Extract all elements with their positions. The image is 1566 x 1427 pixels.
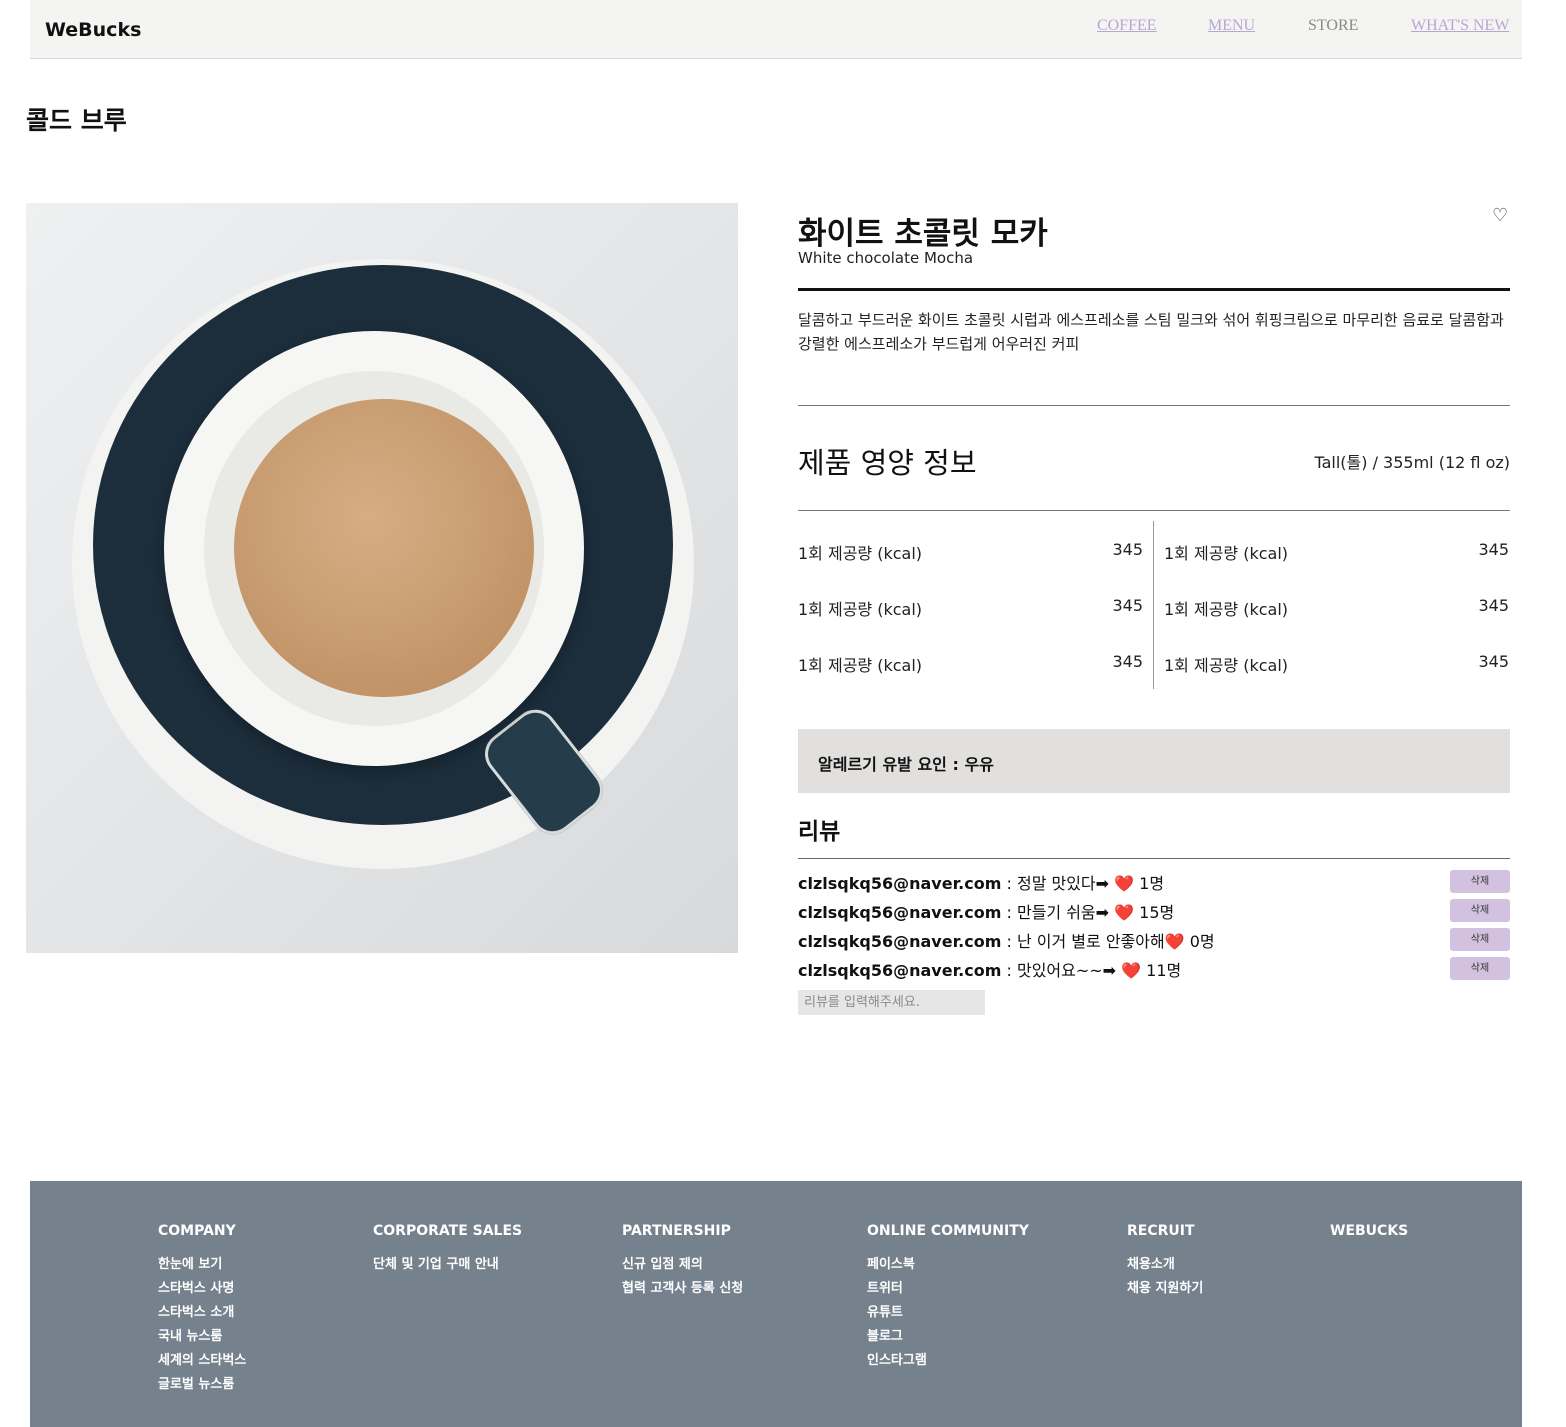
delete-review-button[interactable]: 삭제 xyxy=(1450,899,1510,922)
footer-link[interactable]: 스타벅스 사명 xyxy=(158,1277,246,1301)
footer-link[interactable]: 유튜트 xyxy=(867,1301,1029,1325)
nutrition-size: Tall(톨) / 355ml (12 fl oz) xyxy=(1314,453,1510,472)
footer-column-corporate-sales: CORPORATE SALES 단체 및 기업 구매 안내 xyxy=(373,1223,522,1277)
divider xyxy=(798,510,1510,511)
review-item: clzlsqkq56@naver.com : 난 이거 별로 안좋아해❤️ 0명… xyxy=(798,928,1510,952)
review-heading: 리뷰 xyxy=(798,819,841,845)
review-author: clzlsqkq56@naver.com xyxy=(798,961,1002,980)
review-author: clzlsqkq56@naver.com xyxy=(798,903,1002,922)
nutrition-value: 345 xyxy=(1478,652,1509,671)
allergy-box: 알레르기 유발 요인 : 우유 xyxy=(798,729,1510,793)
nutrition-row: 1회 제공량 (kcal) 345 xyxy=(798,652,1143,675)
nutrition-heading: 제품 영양 정보 xyxy=(798,446,977,480)
delete-review-button[interactable]: 삭제 xyxy=(1450,957,1510,980)
delete-review-button[interactable]: 삭제 xyxy=(1450,870,1510,893)
nutrition-label: 1회 제공량 (kcal) xyxy=(798,656,923,675)
review-text: : 만들기 쉬움➡ ❤️ 15명 xyxy=(1001,903,1175,922)
nutrition-value: 345 xyxy=(1112,652,1143,671)
delete-review-button[interactable]: 삭제 xyxy=(1450,928,1510,951)
nutrition-row: 1회 제공량 (kcal) 345 xyxy=(1164,652,1509,675)
footer: COMPANY 한눈에 보기 스타벅스 사명 스타벅스 소개 국내 뉴스룸 세계… xyxy=(30,1181,1522,1427)
brand-logo[interactable]: WeBucks xyxy=(45,19,141,41)
nutrition-label: 1회 제공량 (kcal) xyxy=(798,544,923,563)
nav-link-coffee[interactable]: COFFEE xyxy=(1097,17,1157,35)
product-image xyxy=(26,203,738,953)
nutrition-label: 1회 제공량 (kcal) xyxy=(1164,600,1289,619)
nutrition-column-divider xyxy=(1153,521,1154,689)
footer-column-partnership: PARTNERSHIP 신규 입점 제의 협력 고객사 등록 신청 xyxy=(622,1223,743,1301)
nutrition-row: 1회 제공량 (kcal) 345 xyxy=(1164,596,1509,619)
product-subtitle: White chocolate Mocha xyxy=(798,249,974,267)
nutrition-value: 345 xyxy=(1478,540,1509,559)
top-nav: WeBucks COFFEE MENU STORE WHAT'S NEW xyxy=(30,0,1522,59)
nutrition-row: 1회 제공량 (kcal) 345 xyxy=(1164,540,1509,563)
review-item: clzlsqkq56@naver.com : 맛있어요~~➡ ❤️ 11명 삭제 xyxy=(798,957,1510,981)
footer-link[interactable]: 한눈에 보기 xyxy=(158,1253,246,1277)
footer-column-online-community: ONLINE COMMUNITY 페이스북 트위터 유튜트 블로그 인스타그램 xyxy=(867,1223,1029,1373)
heart-icon[interactable]: ♡ xyxy=(1492,205,1508,226)
footer-link[interactable]: 트위터 xyxy=(867,1277,1029,1301)
review-author: clzlsqkq56@naver.com xyxy=(798,874,1002,893)
nutrition-value: 345 xyxy=(1112,596,1143,615)
footer-link[interactable]: 채용소개 xyxy=(1127,1253,1203,1277)
footer-column-recruit: RECRUIT 채용소개 채용 지원하기 xyxy=(1127,1223,1203,1301)
title-divider xyxy=(798,288,1510,291)
review-item: clzlsqkq56@naver.com : 정말 맛있다➡ ❤️ 1명 삭제 xyxy=(798,870,1510,894)
allergy-text: 알레르기 유발 요인 : 우유 xyxy=(818,755,994,774)
product-description: 달콤하고 부드러운 화이트 초콜릿 시럽과 에스프레소를 스팀 밀크와 섞어 휘… xyxy=(798,311,1504,353)
nutrition-row: 1회 제공량 (kcal) 345 xyxy=(798,540,1143,563)
footer-column-webucks: WEBUCKS xyxy=(1330,1223,1408,1253)
footer-link[interactable]: 세계의 스타벅스 xyxy=(158,1349,246,1373)
footer-link[interactable]: 단체 및 기업 구매 안내 xyxy=(373,1253,522,1277)
nutrition-label: 1회 제공량 (kcal) xyxy=(798,600,923,619)
nav-link-whats-new[interactable]: WHAT'S NEW xyxy=(1411,17,1509,35)
footer-link[interactable]: 블로그 xyxy=(867,1325,1029,1349)
product-title: 화이트 초콜릿 모카 xyxy=(798,216,1048,252)
nutrition-value: 345 xyxy=(1112,540,1143,559)
review-text: : 난 이거 별로 안좋아해❤️ 0명 xyxy=(1001,932,1215,951)
nav-link-store[interactable]: STORE xyxy=(1308,17,1358,35)
footer-link[interactable]: 페이스북 xyxy=(867,1253,1029,1277)
review-item: clzlsqkq56@naver.com : 만들기 쉬움➡ ❤️ 15명 삭제 xyxy=(798,899,1510,923)
review-author: clzlsqkq56@naver.com xyxy=(798,932,1002,951)
review-text: : 정말 맛있다➡ ❤️ 1명 xyxy=(1001,874,1165,893)
nutrition-row: 1회 제공량 (kcal) 345 xyxy=(798,596,1143,619)
footer-heading: WEBUCKS xyxy=(1330,1223,1409,1239)
review-text: : 맛있어요~~➡ ❤️ 11명 xyxy=(1001,961,1182,980)
footer-link[interactable]: 채용 지원하기 xyxy=(1127,1277,1203,1301)
nutrition-label: 1회 제공량 (kcal) xyxy=(1164,544,1289,563)
review-input[interactable] xyxy=(798,990,985,1015)
footer-heading: COMPANY xyxy=(158,1223,236,1239)
review-divider xyxy=(798,858,1510,859)
footer-link[interactable]: 협력 고객사 등록 신청 xyxy=(622,1277,743,1301)
footer-link[interactable]: 글로벌 뉴스룸 xyxy=(158,1373,246,1397)
nutrition-value: 345 xyxy=(1478,596,1509,615)
nutrition-label: 1회 제공량 (kcal) xyxy=(1164,656,1289,675)
footer-heading: RECRUIT xyxy=(1127,1223,1195,1239)
footer-link[interactable]: 국내 뉴스룸 xyxy=(158,1325,246,1349)
divider xyxy=(798,405,1510,406)
footer-column-company: COMPANY 한눈에 보기 스타벅스 사명 스타벅스 소개 국내 뉴스룸 세계… xyxy=(158,1223,246,1397)
category-title: 콜드 브루 xyxy=(26,106,127,135)
footer-link[interactable]: 스타벅스 소개 xyxy=(158,1301,246,1325)
nav-link-menu[interactable]: MENU xyxy=(1208,17,1255,35)
footer-heading: ONLINE COMMUNITY xyxy=(867,1223,1029,1239)
footer-link[interactable]: 신규 입점 제의 xyxy=(622,1253,743,1277)
footer-heading: CORPORATE SALES xyxy=(373,1223,523,1239)
footer-link[interactable]: 인스타그램 xyxy=(867,1349,1029,1373)
footer-heading: PARTNERSHIP xyxy=(622,1223,731,1239)
